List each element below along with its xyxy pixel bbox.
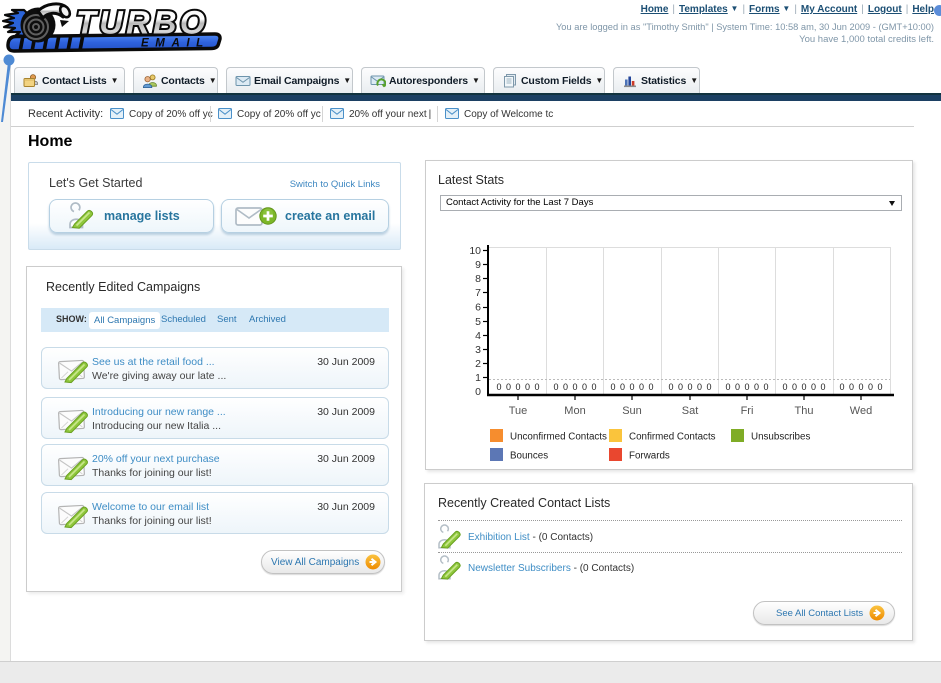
svg-text:Thu: Thu [795,405,814,417]
svg-text:Tue: Tue [509,405,528,417]
svg-text:10: 10 [469,245,481,257]
svg-text:Bounces: Bounces [510,451,548,462]
svg-text:Wed: Wed [850,405,872,417]
svg-text:3: 3 [475,344,481,356]
svg-text:5: 5 [475,316,481,328]
svg-text:6: 6 [475,302,481,314]
svg-text:Fri: Fri [741,405,754,417]
svg-text:0 0 0 0 0: 0 0 0 0 0 [668,382,711,392]
svg-text:0 0 0 0 0: 0 0 0 0 0 [553,382,596,392]
svg-text:0: 0 [475,386,481,398]
svg-text:Unsubscribes: Unsubscribes [751,432,810,443]
svg-text:Unconfirmed Contacts: Unconfirmed Contacts [510,432,607,443]
svg-text:2: 2 [475,358,481,370]
svg-text:8: 8 [475,273,481,285]
svg-text:Confirmed Contacts: Confirmed Contacts [629,432,716,443]
svg-text:0 0 0 0 0: 0 0 0 0 0 [782,382,825,392]
svg-text:0 0 0 0 0: 0 0 0 0 0 [725,382,768,392]
svg-text:9: 9 [475,259,481,271]
svg-text:Forwards: Forwards [629,451,670,462]
svg-text:4: 4 [475,330,481,342]
svg-text:0 0 0 0 0: 0 0 0 0 0 [839,382,882,392]
svg-text:Sun: Sun [622,405,642,417]
svg-text:0 0 0 0 0: 0 0 0 0 0 [610,382,653,392]
svg-text:TURBO: TURBO [76,5,209,41]
svg-text:Sat: Sat [682,405,699,417]
svg-text:1: 1 [475,372,481,384]
svg-text:7: 7 [475,287,481,299]
svg-text:0 0 0 0 0: 0 0 0 0 0 [496,382,539,392]
svg-text:Mon: Mon [564,405,585,417]
